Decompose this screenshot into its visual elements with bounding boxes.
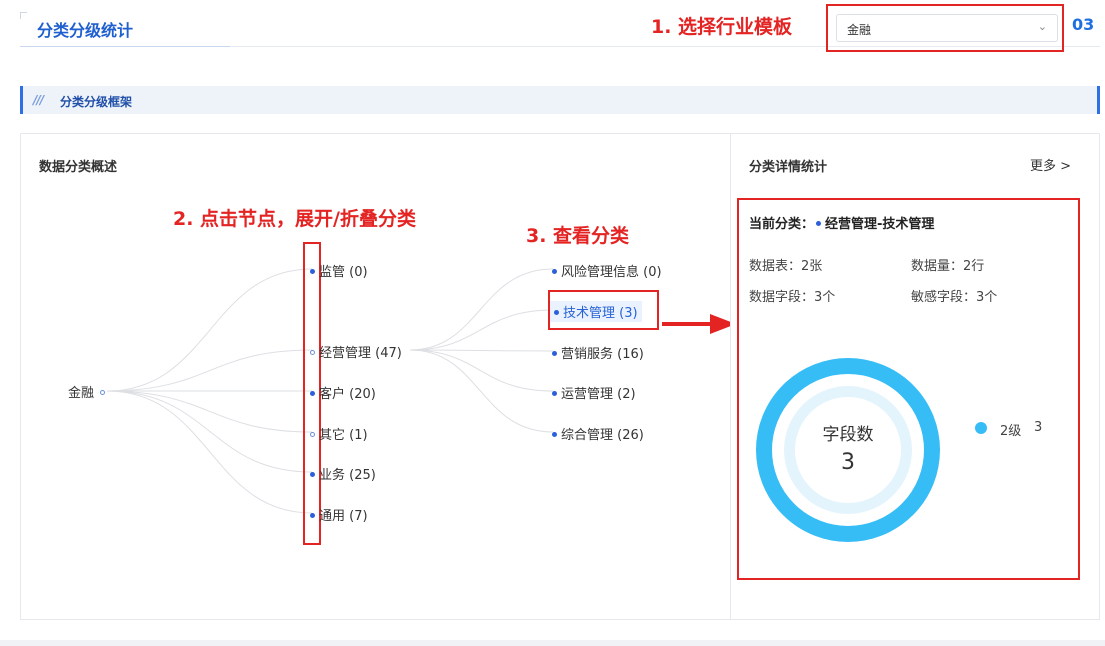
node-dot-icon: [552, 391, 557, 396]
node-expanded-icon: [310, 350, 315, 355]
tree-node-level2[interactable]: 营销服务 (16): [552, 343, 644, 362]
node-label: 其它 (1): [319, 428, 368, 443]
tree-node-level1[interactable]: 业务 (25): [310, 464, 376, 483]
tree-node-level2[interactable]: 风险管理信息 (0): [552, 261, 662, 280]
tree-node-level2[interactable]: 运营管理 (2): [552, 383, 636, 402]
node-label: 客户 (20): [319, 387, 376, 402]
industry-select[interactable]: 金融 ⌄: [836, 14, 1058, 42]
node-label: 综合管理 (26): [561, 428, 644, 443]
donut-label: 字段数: [822, 425, 874, 445]
annotation-step3: 3. 查看分类: [526, 225, 630, 247]
arrow-icon: [662, 314, 736, 334]
node-dot-icon: [552, 432, 557, 437]
tree-node-level1[interactable]: 通用 (7): [310, 505, 368, 524]
node-dot-icon: [554, 310, 559, 315]
tree-node-level2-selected[interactable]: 技术管理 (3): [550, 301, 642, 322]
node-leaf-icon: [310, 432, 315, 437]
current-category-value: 经营管理-技术管理: [825, 217, 935, 232]
tree-root-label: 金融: [68, 386, 95, 401]
legend-value: 3: [1034, 420, 1043, 435]
tree-root-node[interactable]: 金融: [68, 382, 109, 401]
current-category-label: 当前分类：: [749, 217, 815, 232]
node-label: 营销服务 (16): [561, 347, 644, 362]
node-dot-icon: [552, 269, 557, 274]
more-link[interactable]: 更多 >: [1030, 155, 1071, 174]
node-dot-icon: [310, 513, 315, 518]
tree-node-level2[interactable]: 综合管理 (26): [552, 424, 644, 443]
legend-dot-icon: [975, 422, 987, 434]
tree-node-level1[interactable]: 经营管理 (47): [310, 342, 402, 361]
node-label: 监管 (0): [319, 265, 368, 280]
bottom-divider: [0, 640, 1105, 646]
node-label: 技术管理 (3): [563, 306, 638, 321]
chevron-down-icon: ⌄: [1037, 20, 1047, 33]
page-number: 03: [1072, 15, 1095, 34]
node-dot-icon: [310, 269, 315, 274]
current-category: 当前分类： 经营管理-技术管理: [749, 213, 934, 232]
category-dot-icon: [816, 221, 822, 226]
node-label: 通用 (7): [319, 509, 368, 524]
stat-fields: 数据字段：3个: [749, 290, 836, 305]
node-label: 风险管理信息 (0): [561, 265, 662, 280]
node-dot-icon: [310, 472, 315, 477]
donut-value: 3: [841, 450, 855, 475]
tree-node-level1[interactable]: 监管 (0): [310, 261, 368, 280]
node-dot-icon: [552, 351, 557, 356]
node-label: 运营管理 (2): [561, 387, 636, 402]
stat-volume: 数据量：2行: [911, 259, 985, 274]
stat-tables: 数据表：2张: [749, 259, 823, 274]
tree-node-level1[interactable]: 其它 (1): [310, 424, 368, 443]
legend-name: 2级: [1000, 424, 1022, 439]
details-title: 分类详情统计: [749, 160, 828, 175]
tree-node-level1[interactable]: 客户 (20): [310, 383, 376, 402]
annotation-step2: 2. 点击节点，展开/折叠分类: [173, 208, 416, 230]
node-dot-icon: [310, 391, 315, 396]
stat-sensitive: 敏感字段：3个: [911, 290, 998, 305]
industry-select-value: 金融: [847, 23, 872, 37]
node-label: 经营管理 (47): [319, 346, 402, 361]
collapse-dot-icon: [100, 390, 106, 395]
node-label: 业务 (25): [319, 468, 376, 483]
